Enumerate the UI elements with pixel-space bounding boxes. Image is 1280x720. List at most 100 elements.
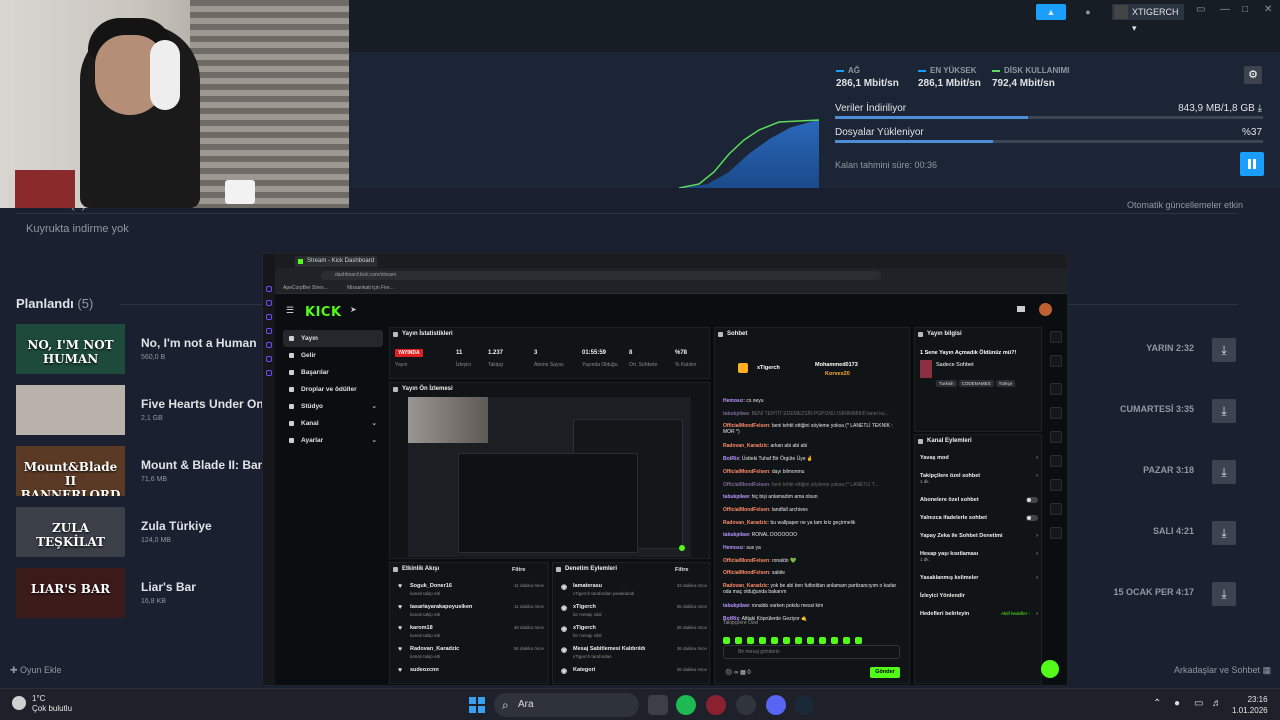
sidebar-item[interactable]: Stüdyo ⌄	[283, 398, 383, 415]
clock[interactable]: 23:16 1.01.2026	[1232, 694, 1268, 716]
chat-username[interactable]: Hemosız	[723, 545, 744, 551]
chat-username[interactable]: Radovan_Karadzic	[723, 520, 768, 526]
chat-username[interactable]: BotRix	[723, 456, 739, 462]
channel-action[interactable]: Abonelere özel sohbet	[920, 497, 1040, 503]
emote-bar[interactable]	[723, 631, 903, 644]
channel-action[interactable]: Hedefleri belirleyin › Aktif hedefler -	[920, 611, 1040, 617]
channel-action[interactable]: Yalnızca ifadelerle sohbet	[920, 515, 1040, 521]
channel-action[interactable]: İzleyici Yönlendir	[920, 593, 1040, 599]
game-thumbnail[interactable]: NO, I'M NOT HUMAN	[16, 324, 125, 374]
monitor-icon[interactable]: ▭	[1196, 4, 1205, 15]
chat-username[interactable]: tabukpilaw	[723, 603, 749, 609]
user-menu[interactable]: XTIGERCH ▾	[1112, 4, 1184, 33]
close-button[interactable]: ✕	[1264, 4, 1272, 15]
bookmark[interactable]: Mixsankati için Fire...	[347, 285, 394, 291]
chevron-down-icon: ⌄	[371, 403, 377, 410]
chat-username[interactable]: Radovan_Karadzic	[723, 443, 768, 449]
list-item[interactable]: Soguk_Doner16 kanalı takip etti 11 dakika …	[398, 583, 550, 605]
chat-username[interactable]: OfficialMondFelsen	[723, 482, 769, 488]
filter-button[interactable]: Filtre	[512, 567, 525, 573]
chat-username[interactable]: OfficialMondFelsen	[723, 558, 769, 564]
list-item[interactable]: Kategori 36 dakika önce	[561, 667, 713, 685]
gear-icon[interactable]: ⚙	[1244, 66, 1262, 84]
toggle-switch[interactable]	[1026, 515, 1038, 521]
kick-logo[interactable]: KICK	[305, 305, 342, 320]
game-thumbnail[interactable]: LIAR'S BAR	[16, 568, 125, 618]
sidebar-item[interactable]: Yayın	[283, 330, 383, 347]
avatar	[1114, 5, 1128, 19]
chat-username[interactable]: tabukpilaw	[723, 494, 749, 500]
bell-icon[interactable]: ●	[1078, 4, 1098, 20]
channel-action[interactable]: Yapay Zeka ile Sohbet Denetimi ›	[920, 533, 1040, 539]
announcement-button[interactable]: ▲	[1036, 4, 1066, 20]
sidebar-item[interactable]: Başarılar	[283, 364, 383, 381]
channel-action[interactable]: Yasaklanmış kelimeler ›	[920, 575, 1040, 581]
chat-username[interactable]: OfficialMondFelsen	[723, 507, 769, 513]
chevron-up-icon[interactable]: ⌃	[1153, 698, 1161, 709]
channel-action[interactable]: Yavaş mod ›	[920, 455, 1040, 461]
windows-start-icon[interactable]	[469, 697, 485, 713]
chat-input[interactable]: Bir mesaj gönderin	[723, 645, 900, 659]
send-button[interactable]: Gönder	[870, 667, 900, 678]
steam-icon[interactable]	[794, 695, 814, 715]
list-item[interactable]: tasarlayarakapoyusiken kanalı takip etti 1…	[398, 604, 550, 626]
chat-username[interactable]: tabukpilaw	[723, 411, 749, 417]
refresh-fab[interactable]	[1041, 660, 1059, 678]
menu-icon[interactable]: ☰	[286, 305, 294, 316]
chat-tools[interactable]: ⚫ ∞ ▦ 0	[725, 669, 751, 676]
pause-button[interactable]	[1240, 152, 1264, 176]
list-item[interactable]: sudeozcnn	[398, 667, 550, 685]
spotify-icon[interactable]	[676, 695, 696, 715]
task-view-icon[interactable]	[648, 695, 668, 715]
download-icon[interactable]: ⤓	[1212, 460, 1236, 484]
discord-icon[interactable]	[766, 695, 786, 715]
game-name[interactable]: Liar's Bar	[141, 580, 196, 594]
list-item[interactable]: Mesaj Sabitlemesi Kaldırıldı xTigerch tar…	[561, 646, 713, 668]
stream-preview[interactable]	[408, 397, 691, 557]
stat-label: Ort. Sohbete	[629, 362, 658, 368]
add-game-button[interactable]: ✚ Oyun Ekle	[10, 665, 62, 676]
list-item[interactable]: Radovan_Karadzic kanalı takip etti 56 daki…	[398, 646, 550, 668]
friends-chat-button[interactable]: Arkadaşlar ve Sohbet ▦	[1174, 665, 1271, 676]
download-icon[interactable]: ⤓	[1212, 338, 1236, 362]
search-input[interactable]: Ara	[494, 693, 639, 717]
channel-action[interactable]: Takipçilere özel sohbet 1 dk. ›	[920, 473, 1040, 484]
game-name[interactable]: No, I'm not a Human	[141, 336, 257, 350]
chat-username[interactable]: Hemosız	[723, 398, 744, 404]
sidebar-item[interactable]: Kanal ⌄	[283, 415, 383, 432]
toggle-switch[interactable]	[1026, 497, 1038, 503]
list-item[interactable]: xTigerch bir mesajı sildi 36 dakika önce	[561, 604, 713, 626]
network-icon[interactable]: ▭	[1194, 698, 1203, 709]
game-thumbnail[interactable]: ZULA TEŞKİLAT	[16, 507, 125, 557]
list-item[interactable]: xTigerch bir mesajı sildi 36 dakika önce	[561, 625, 713, 647]
download-icon[interactable]: ⤓	[1212, 582, 1236, 606]
game-thumbnail[interactable]: Mount&Blade II BANNERLORD	[16, 446, 125, 496]
sidebar-item[interactable]: Droplar ve ödüller	[283, 381, 383, 398]
list-item[interactable]: karom18 kanalı takip etti 48 dakika önce	[398, 625, 550, 647]
filter-button[interactable]: Filtre	[675, 567, 688, 573]
avatar[interactable]	[1039, 303, 1052, 316]
game-name[interactable]: Zula Türkiye	[141, 519, 212, 533]
chat-username[interactable]: OfficialMondFelsen	[723, 469, 769, 475]
chat-username[interactable]: tabukpilaw	[723, 532, 749, 538]
mic-icon[interactable]: ●	[1174, 698, 1180, 709]
channel-action[interactable]: Hesap yaşı kısıtlaması 1 dk. ›	[920, 551, 1040, 562]
weather-widget[interactable]: 1°C Çok bulutlu	[12, 694, 72, 714]
download-icon[interactable]: ⤓	[1212, 521, 1236, 545]
sidebar-item[interactable]: Gelir	[283, 347, 383, 364]
app-icon[interactable]	[736, 695, 756, 715]
chat-username[interactable]: OfficialMondFelsen	[723, 570, 769, 576]
pin-icon[interactable]: ➤	[350, 305, 357, 314]
url-field[interactable]: dashboard.kick.com/stream	[321, 271, 881, 280]
sidebar-item[interactable]: Ayarlar ⌄	[283, 432, 383, 449]
browser-tab[interactable]: Stream - Kick Dashboard	[295, 256, 377, 267]
minimize-button[interactable]: —	[1220, 4, 1230, 15]
opera-gx-icon[interactable]	[706, 695, 726, 715]
game-thumbnail[interactable]	[16, 385, 125, 435]
bookmark[interactable]: ApeCorpBer Stres...	[283, 285, 328, 291]
maximize-button[interactable]: □	[1242, 4, 1248, 15]
wallet-icon[interactable]	[1017, 306, 1025, 312]
list-item[interactable]: lamaterasu xTigerch tarafından yasaklandı…	[561, 583, 713, 605]
download-icon[interactable]: ⤓	[1212, 399, 1236, 423]
volume-icon[interactable]: ♬	[1212, 698, 1222, 709]
